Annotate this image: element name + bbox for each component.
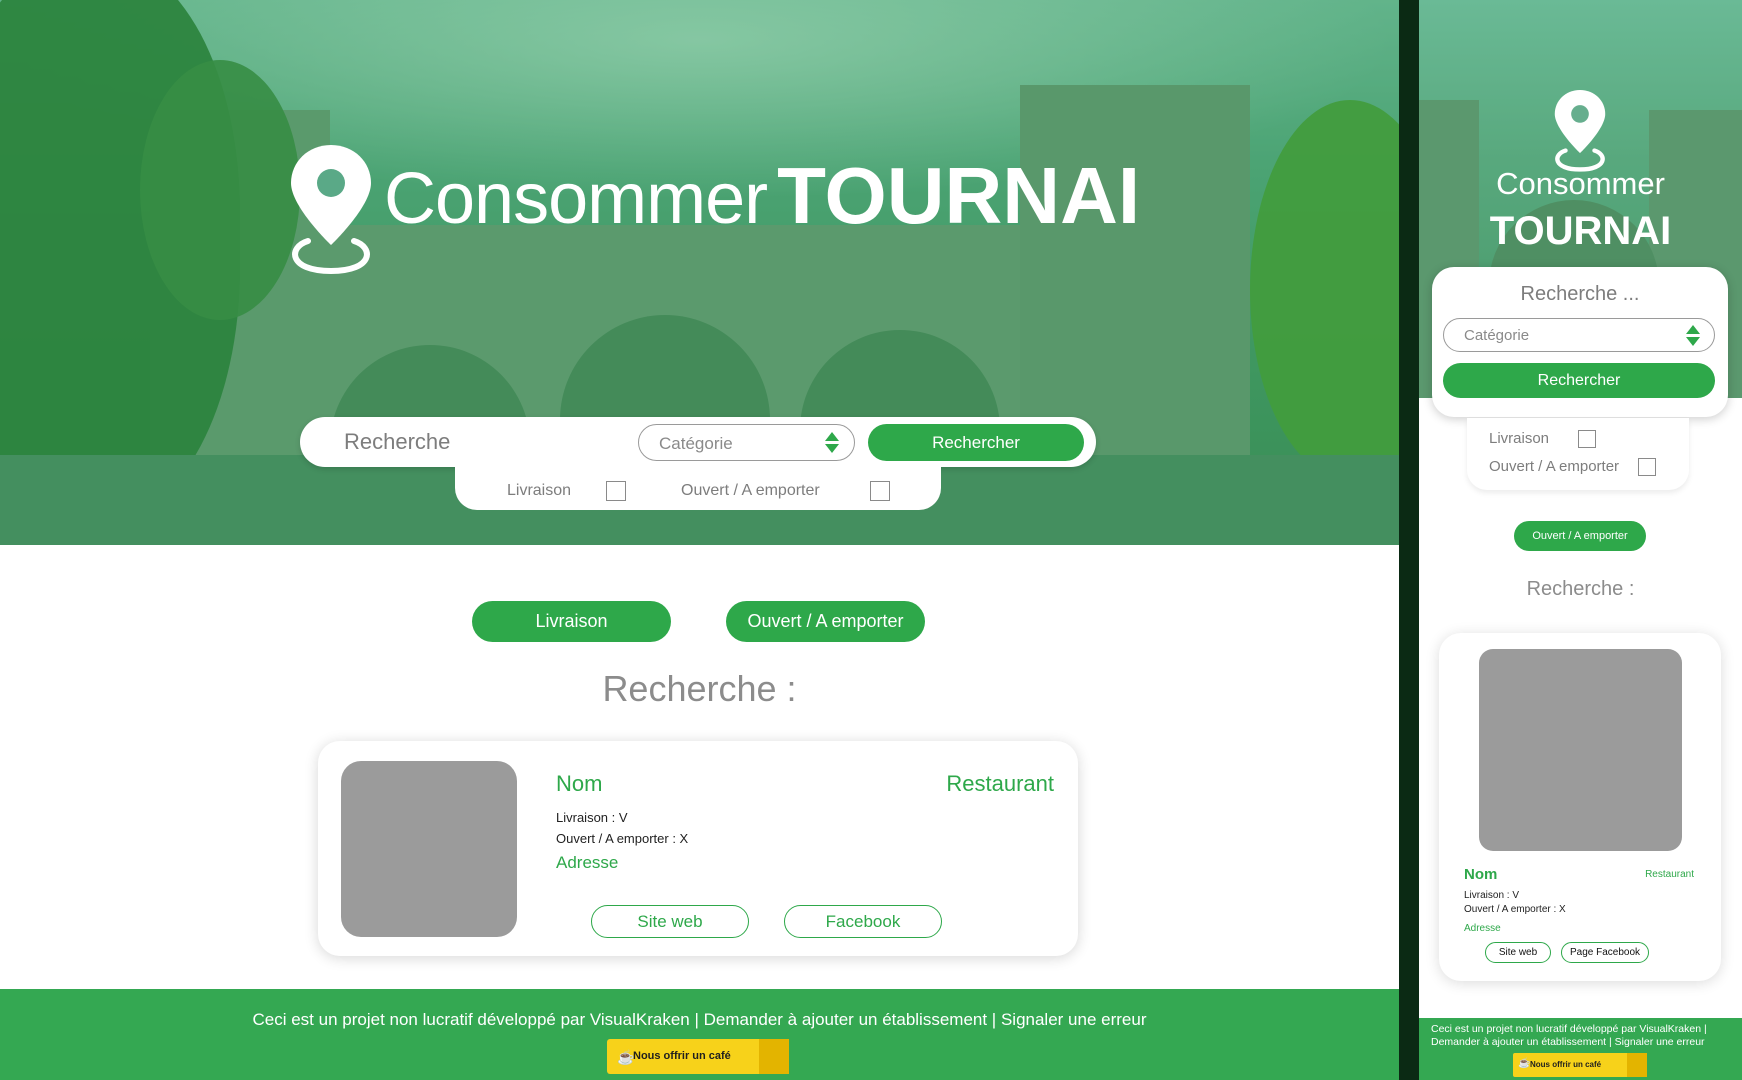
mobile-search-input[interactable]: Recherche ... (1432, 283, 1728, 306)
coffee-heart-icon (759, 1039, 789, 1074)
category-select-label: Catégorie (659, 434, 733, 453)
open-status: Ouvert / A emporter : X (1464, 904, 1566, 915)
active-filter-delivery[interactable]: Livraison (472, 601, 671, 642)
coffee-heart-icon (1627, 1053, 1647, 1077)
active-filter-open[interactable]: Ouvert / A emporter (726, 601, 925, 642)
design-mockup-canvas: Consommer TOURNAI Recherche Catégorie Rec… (0, 0, 1742, 1080)
open-status: Ouvert / A emporter : X (556, 831, 689, 846)
mobile-filter-open-label: Ouvert / A emporter (1489, 458, 1620, 475)
website-button[interactable]: Site web (591, 905, 749, 938)
mobile-filter-delivery-checkbox[interactable] (1578, 430, 1596, 448)
mobile-search-button[interactable]: Rechercher (1443, 363, 1715, 398)
mobile-brand-bold: TOURNAI (1489, 209, 1672, 253)
mobile-view: Consommer TOURNAI Recherche ... Catégori… (1419, 0, 1742, 1080)
establishment-image (1479, 649, 1682, 851)
establishment-type: Restaurant (946, 771, 1054, 796)
filter-delivery-label: Livraison (507, 482, 572, 499)
site-brand: Consommer TOURNAI (384, 150, 1140, 240)
search-input[interactable]: Recherche (344, 429, 450, 455)
mobile-footer-text[interactable]: Ceci est un projet non lucratif développ… (1431, 1023, 1736, 1049)
result-card[interactable]: Nom Restaurant Livraison : V Ouvert / A … (318, 741, 1078, 956)
delivery-status: Livraison : V (1464, 890, 1520, 901)
mobile-footer-line2: Demander à ajouter un établissement | Si… (1431, 1036, 1705, 1048)
establishment-image (341, 761, 517, 937)
website-button[interactable]: Site web (1485, 942, 1551, 963)
filter-delivery-checkbox[interactable] (606, 481, 626, 501)
mobile-category-label: Catégorie (1464, 327, 1530, 344)
mobile-filter-bar: Livraison Ouvert / A emporter (1467, 418, 1689, 490)
search-button[interactable]: Rechercher (868, 424, 1084, 461)
mobile-search-panel: Recherche ... Catégorie Rechercher (1432, 267, 1728, 417)
desktop-view: Consommer TOURNAI Recherche Catégorie Rec… (0, 0, 1399, 1080)
mobile-brand-light: Consommer (1496, 166, 1665, 201)
buy-coffee-label: Nous offrir un café (1530, 1060, 1602, 1069)
search-bar: Recherche Catégorie Rechercher (300, 417, 1096, 467)
establishment-name: Nom (1464, 866, 1498, 883)
mockup-divider (1399, 0, 1419, 1080)
cup-icon: ☕ (617, 1049, 635, 1065)
mobile-result-card[interactable]: Nom Restaurant Livraison : V Ouvert / A … (1439, 633, 1721, 981)
location-pin-icon (291, 145, 371, 275)
mobile-filter-delivery-label: Livraison (1489, 430, 1550, 447)
category-select[interactable]: Catégorie (638, 424, 855, 461)
filter-open-label: Ouvert / A emporter (681, 482, 820, 499)
brand-light: Consommer (384, 159, 768, 239)
filter-bar: Livraison Ouvert / A emporter (455, 466, 941, 510)
filter-open-checkbox[interactable] (870, 481, 890, 501)
mobile-footer-line1: Ceci est un projet non lucratif développ… (1431, 1023, 1707, 1035)
select-updown-icon (825, 432, 839, 454)
footer: Ceci est un projet non lucratif développ… (0, 989, 1399, 1080)
establishment-address[interactable]: Adresse (556, 853, 618, 873)
mobile-footer: Ceci est un projet non lucratif développ… (1419, 1018, 1742, 1080)
delivery-status: Livraison : V (556, 810, 628, 825)
establishment-type: Restaurant (1645, 869, 1694, 880)
footer-text[interactable]: Ceci est un projet non lucratif développ… (0, 1010, 1399, 1030)
mobile-category-select[interactable]: Catégorie (1443, 318, 1715, 352)
mobile-active-filter[interactable]: Ouvert / A emporter (1514, 521, 1646, 551)
mobile-buy-coffee-button[interactable]: ☕ Nous offrir un café (1513, 1053, 1647, 1077)
establishment-address[interactable]: Adresse (1464, 923, 1501, 934)
location-pin-icon (1554, 90, 1606, 172)
results-title: Recherche : (602, 668, 797, 709)
establishment-name: Nom (556, 771, 603, 796)
mobile-results-title: Recherche : (1526, 578, 1635, 600)
select-updown-icon (1686, 325, 1700, 347)
brand-bold: TOURNAI (777, 151, 1141, 240)
facebook-button[interactable]: Facebook (784, 905, 942, 938)
cup-icon: ☕ (1518, 1058, 1531, 1069)
facebook-button[interactable]: Page Facebook (1561, 942, 1649, 963)
buy-coffee-button[interactable]: ☕ Nous offrir un café (607, 1039, 789, 1074)
buy-coffee-label: Nous offrir un café (633, 1050, 731, 1062)
mobile-filter-open-checkbox[interactable] (1638, 458, 1656, 476)
